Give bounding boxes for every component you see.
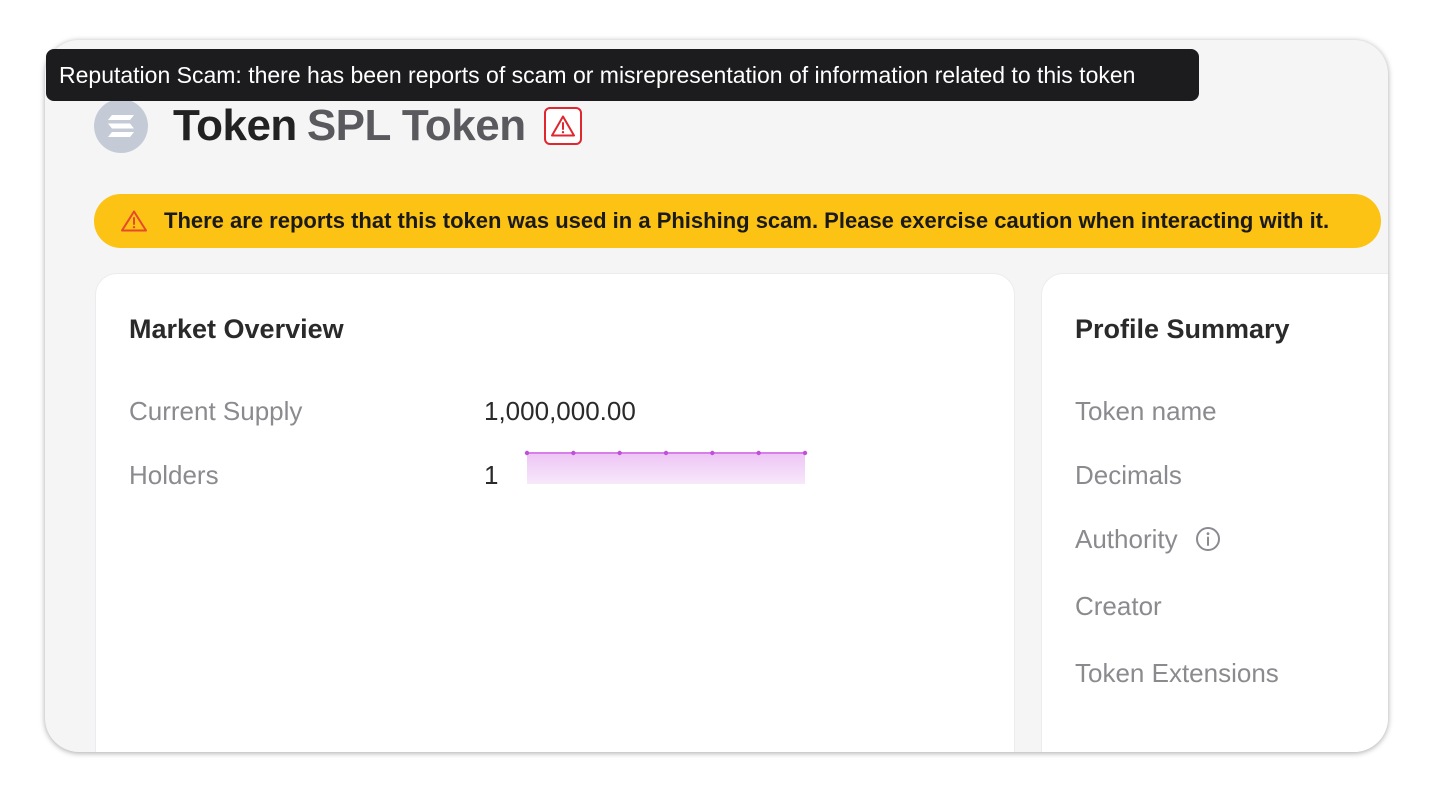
solana-icon xyxy=(94,99,148,153)
warning-triangle-icon xyxy=(121,210,147,232)
token-name-title: SPL Token xyxy=(306,101,526,150)
reputation-tooltip: Reputation Scam: there has been reports … xyxy=(46,49,1199,101)
sparkline-area xyxy=(527,453,805,484)
app-window: Token SPL Token There are reports that th… xyxy=(45,40,1388,752)
sparkline-point xyxy=(756,450,761,456)
sparkline-point xyxy=(663,450,669,456)
decimals-label: Decimals xyxy=(1075,460,1182,490)
reputation-warning-button[interactable] xyxy=(543,107,582,145)
sparkline-point xyxy=(617,450,622,456)
current-supply-value: 1,000,000.00 xyxy=(484,396,636,426)
holders-value: 1 xyxy=(484,460,499,490)
page-header: Token SPL Token xyxy=(94,98,582,154)
sparkline-point xyxy=(802,450,808,456)
sparkline-point xyxy=(571,450,576,456)
holders-label: Holders xyxy=(129,460,219,490)
holders-sparkline xyxy=(524,450,808,484)
sparkline-point xyxy=(710,450,715,456)
profile-summary-title: Profile Summary xyxy=(1075,314,1290,344)
market-overview-title: Market Overview xyxy=(129,314,344,344)
sparkline-point xyxy=(524,450,530,456)
info-circle-icon[interactable] xyxy=(1195,526,1221,552)
current-supply-label: Current Supply xyxy=(129,396,303,426)
creator-label: Creator xyxy=(1075,591,1162,621)
token-name-label: Token name xyxy=(1075,396,1217,426)
warning-triangle-icon xyxy=(550,115,575,137)
authority-row: Authority xyxy=(1075,524,1221,555)
authority-label: Authority xyxy=(1075,524,1178,554)
profile-summary-card: Profile Summary Token name Decimals Auth… xyxy=(1041,273,1388,752)
title-prefix: Token xyxy=(173,101,297,150)
phishing-warning-banner: There are reports that this token was us… xyxy=(94,194,1381,248)
banner-text: There are reports that this token was us… xyxy=(164,208,1330,233)
token-extensions-label: Token Extensions xyxy=(1075,658,1279,688)
market-overview-card: Market Overview Current Supply 1,000,000… xyxy=(95,273,1015,752)
page-title: Token SPL Token xyxy=(173,101,526,151)
